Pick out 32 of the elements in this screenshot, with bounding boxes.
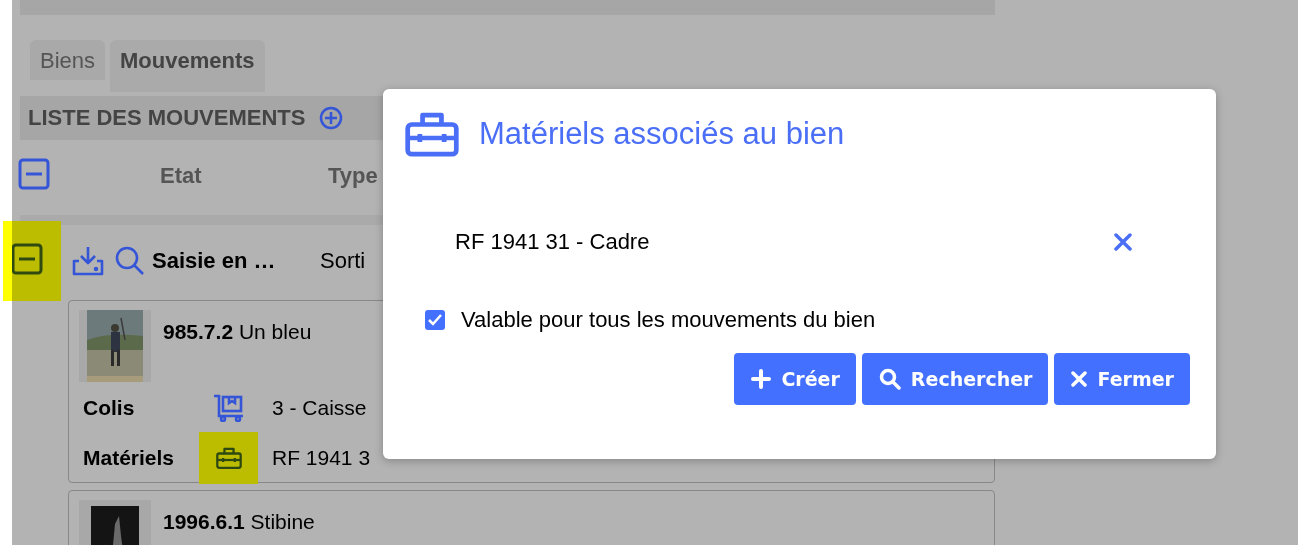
plus-icon [751, 368, 772, 389]
checkbox[interactable] [425, 309, 445, 330]
search-icon [878, 367, 901, 390]
list-title: LISTE DES MOUVEMENTS [28, 105, 306, 131]
dialog-button[interactable]: Fermer [1054, 352, 1190, 405]
close-icon [1071, 370, 1088, 387]
collapse-all-icon[interactable] [18, 158, 50, 190]
cart-icon[interactable] [212, 394, 245, 422]
checkbox-label: Valable pour tous les mouvements du bien [461, 306, 876, 333]
dialog-button[interactable]: Créer [734, 352, 856, 405]
search-icon[interactable] [115, 246, 145, 276]
column-header: Type [328, 163, 378, 189]
download-icon[interactable] [71, 245, 105, 277]
tab[interactable]: Biens [30, 40, 106, 80]
column-header: Etat [160, 163, 203, 189]
toolbox-icon [215, 446, 242, 470]
dialog-button[interactable]: Rechercher [861, 352, 1049, 405]
tab[interactable]: Mouvements [110, 40, 265, 92]
detail-value: RF 1941 3 [272, 446, 372, 470]
detail-label: Colis [83, 396, 136, 420]
item-title: 1996.6.1 Stibine [163, 509, 315, 535]
item-title: 985.7.2 Un bleu [163, 319, 312, 345]
add-icon[interactable] [319, 106, 344, 130]
collapse-icon[interactable] [11, 243, 43, 275]
dialog-title: Matériels associés au bien [479, 115, 845, 152]
detail-value: 3 - Caisse [272, 396, 368, 420]
status-text: Saisie en … [152, 248, 277, 274]
type-text: Sorti [320, 248, 366, 274]
material-item: RF 1941 31 - Cadre [455, 228, 650, 255]
detail-label: Matériels [83, 446, 176, 470]
toolbox-icon [405, 111, 459, 157]
remove-icon[interactable] [1114, 232, 1132, 251]
